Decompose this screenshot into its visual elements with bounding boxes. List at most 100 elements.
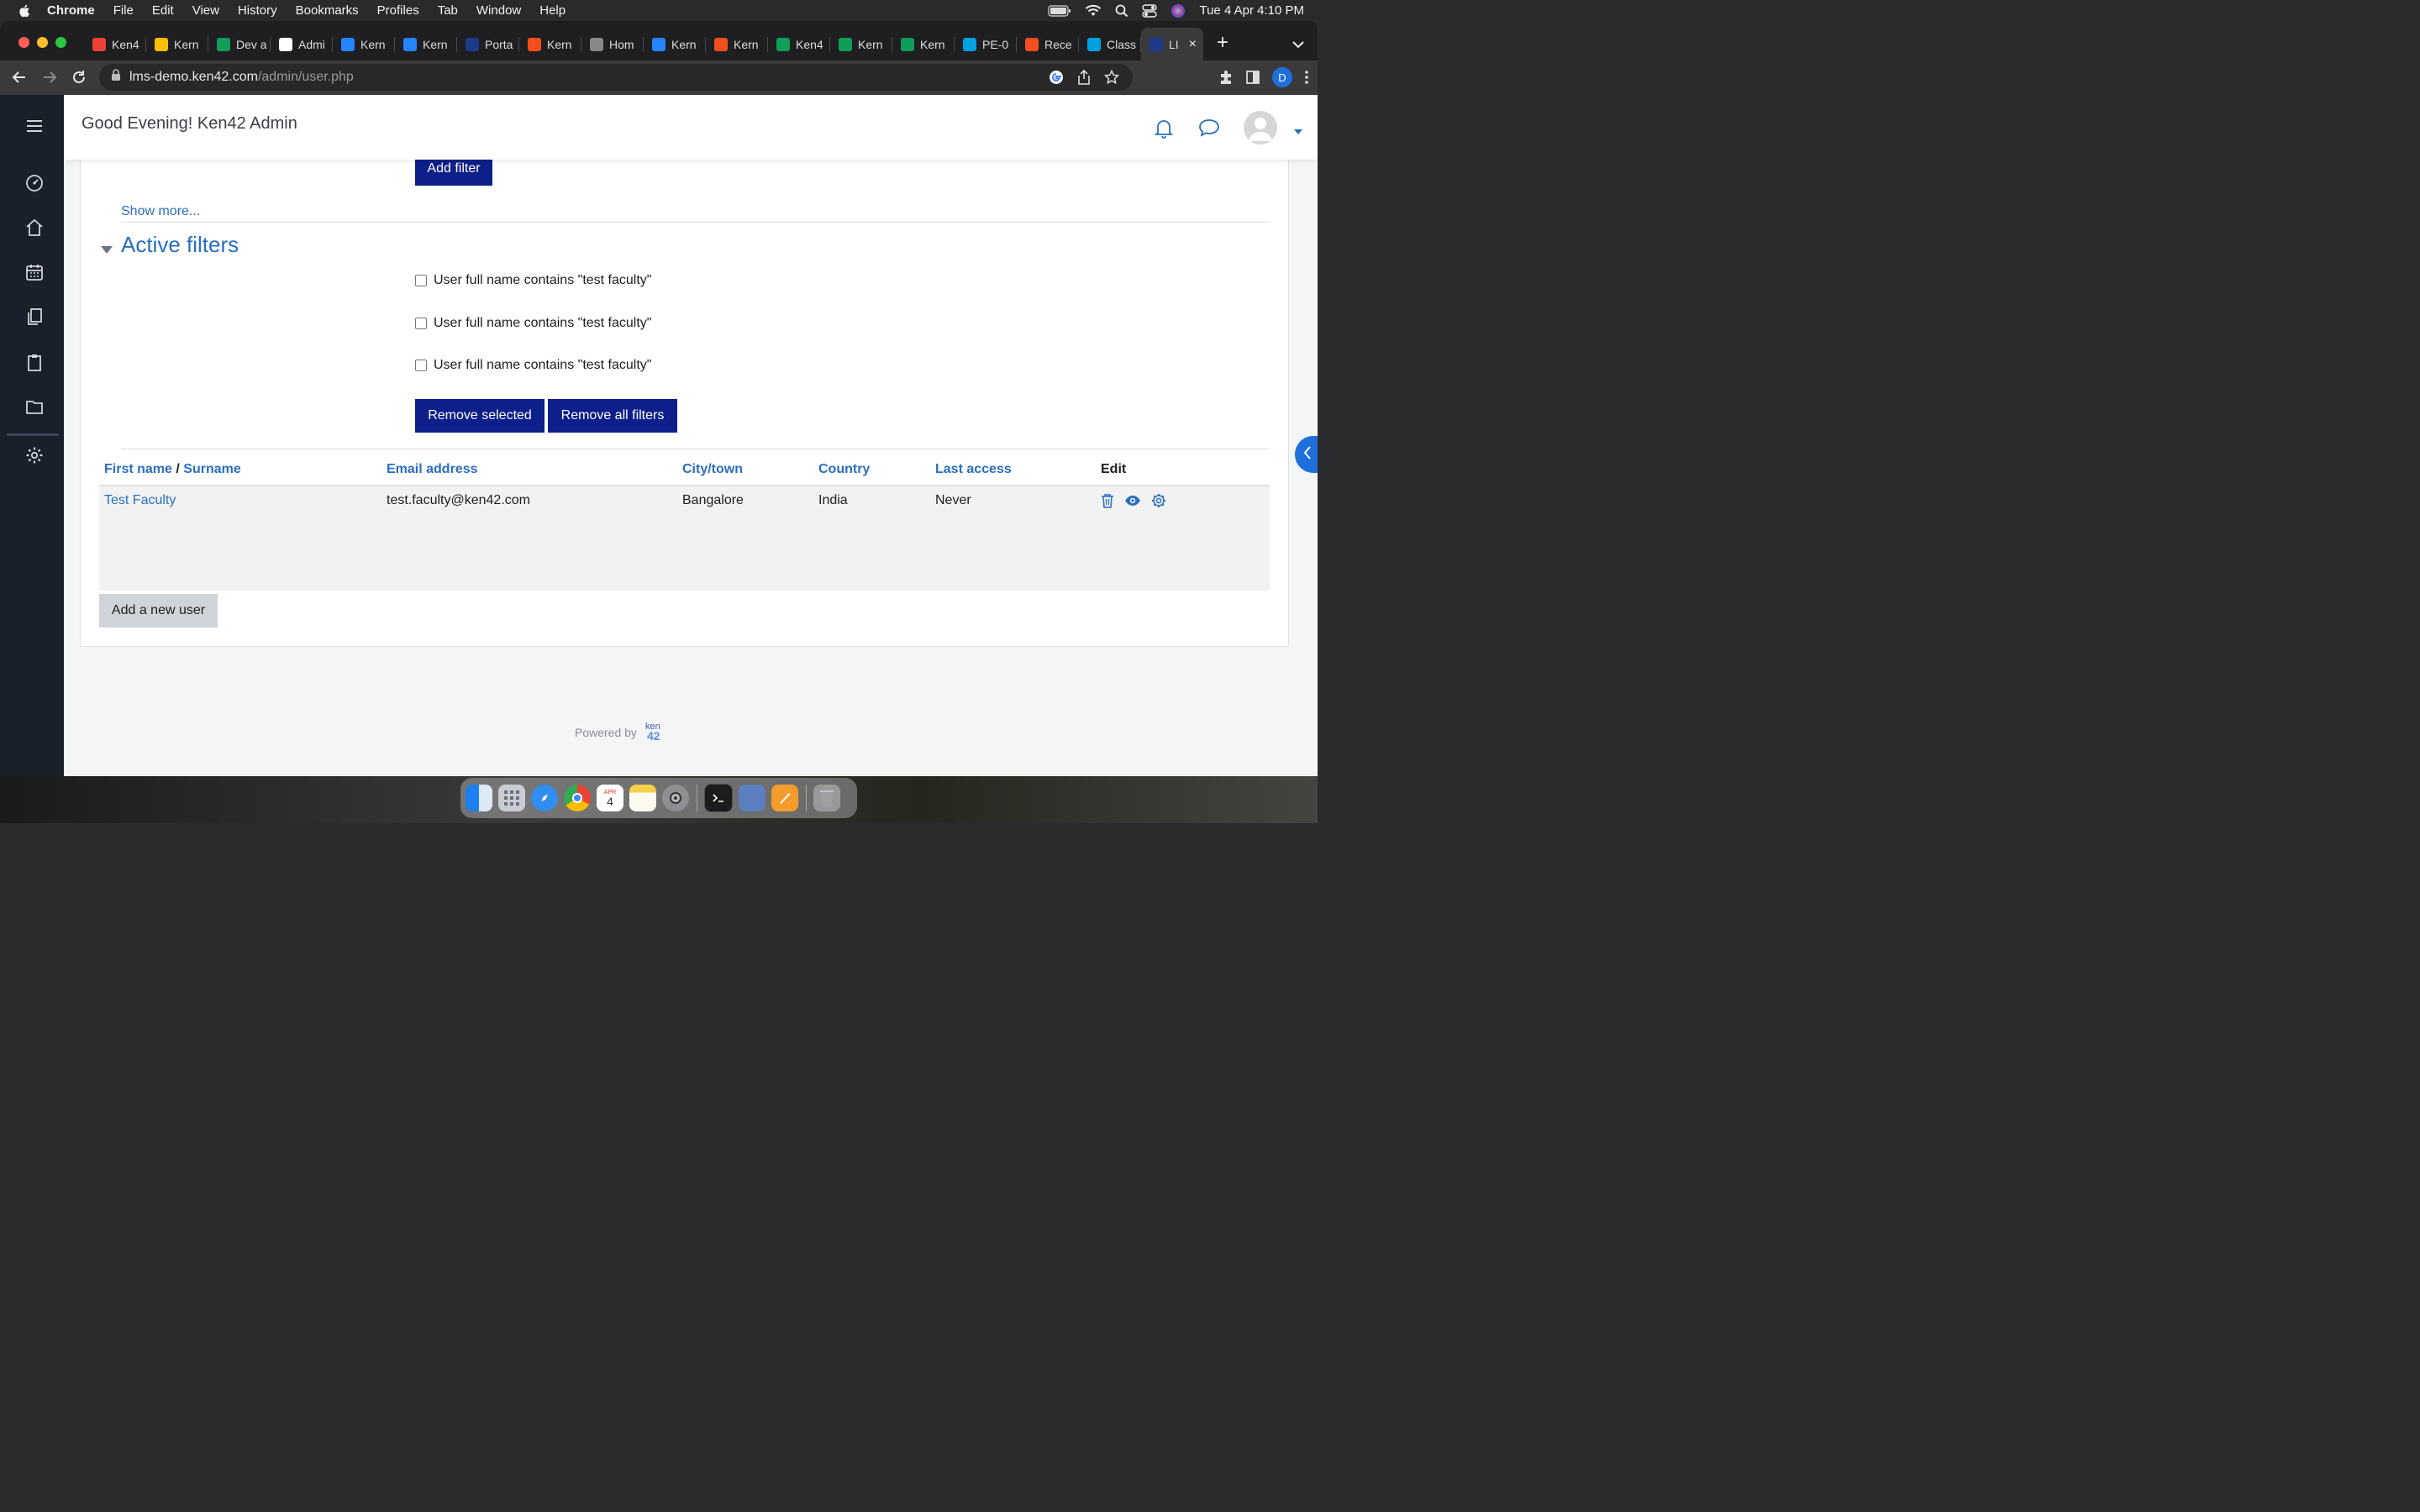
hamburger-menu-icon[interactable] [24, 115, 45, 137]
calendar-icon[interactable] [24, 261, 45, 283]
sort-surname-link[interactable]: Surname [183, 462, 240, 476]
zoom-window-button[interactable] [55, 37, 66, 48]
edit-settings-gear-icon[interactable] [1151, 493, 1166, 508]
notification-bell-icon[interactable] [1154, 118, 1174, 143]
browser-tab-active[interactable]: LI × [1141, 28, 1203, 60]
browser-tab[interactable]: Ken4 [768, 28, 830, 60]
browser-tab[interactable]: Kern [644, 28, 706, 60]
column-header-email[interactable]: Email address [381, 454, 677, 486]
terminal-icon[interactable] [704, 784, 733, 812]
new-tab-button[interactable]: + [1217, 33, 1228, 53]
system-settings-icon[interactable] [662, 785, 689, 811]
browser-tab[interactable]: Kern [395, 28, 457, 60]
browser-tab[interactable]: Rece [1017, 28, 1079, 60]
side-panel-icon[interactable] [1245, 70, 1260, 85]
menu-bookmarks[interactable]: Bookmarks [296, 3, 359, 18]
wifi-icon[interactable] [1085, 4, 1102, 17]
trash-icon[interactable] [813, 785, 840, 811]
browser-tab[interactable]: Kern [706, 28, 768, 60]
browser-tab[interactable]: PE-0 [955, 28, 1017, 60]
minimize-window-button[interactable] [37, 37, 48, 48]
view-eye-icon[interactable] [1124, 495, 1141, 507]
back-arrow-icon[interactable] [12, 70, 27, 89]
profile-avatar[interactable]: D [1272, 67, 1292, 87]
chrome-icon[interactable] [564, 785, 591, 811]
browser-tab[interactable]: Kern [892, 28, 955, 60]
browser-tab[interactable]: Kern [146, 28, 208, 60]
filter-checkbox[interactable] [415, 360, 427, 371]
user-name-link[interactable]: Test Faculty [104, 493, 176, 507]
apple-icon[interactable] [17, 3, 32, 18]
google-lens-icon[interactable] [1049, 70, 1064, 85]
column-header-edit: Edit [1096, 454, 1270, 486]
share-icon[interactable] [1077, 70, 1091, 85]
home-icon[interactable] [24, 217, 45, 239]
collapse-caret-icon[interactable] [101, 243, 113, 258]
address-bar[interactable]: lms-demo.ken42.com/admin/user.php [99, 64, 1133, 91]
remove-all-filters-button[interactable]: Remove all filters [548, 399, 677, 433]
browser-tab[interactable]: Ken4 [84, 28, 146, 60]
clipboard-icon[interactable] [24, 351, 45, 373]
courses-copy-icon[interactable] [24, 306, 45, 328]
browser-tab[interactable]: Kern [830, 28, 892, 60]
pages-icon[interactable] [771, 785, 798, 811]
user-menu-caret-icon[interactable] [1294, 123, 1302, 139]
browser-tab[interactable]: Kern [519, 28, 581, 60]
siri-icon[interactable] [1171, 3, 1186, 18]
menu-view[interactable]: View [192, 3, 219, 18]
finder-icon[interactable] [466, 785, 492, 811]
battery-icon[interactable] [1048, 4, 1071, 17]
menubar-clock[interactable]: Tue 4 Apr 4:10 PM [1199, 3, 1304, 18]
drawer-toggle-button[interactable] [1295, 436, 1318, 473]
show-more-link[interactable]: Show more... [121, 204, 200, 219]
chrome-menu-icon[interactable] [1304, 70, 1309, 85]
extensions-puzzle-icon[interactable] [1218, 70, 1234, 85]
close-window-button[interactable] [18, 37, 29, 48]
control-center-icon[interactable] [1142, 3, 1158, 18]
browser-tab[interactable]: Dev a [208, 28, 271, 60]
notes-icon[interactable] [629, 785, 656, 811]
preview-icon[interactable] [739, 785, 765, 811]
browser-tab[interactable]: Class [1079, 28, 1141, 60]
menu-chrome[interactable]: Chrome [47, 3, 95, 18]
filter-checkbox[interactable] [415, 318, 427, 329]
sheets-icon [217, 37, 230, 51]
forward-arrow-icon[interactable] [42, 70, 57, 89]
menu-edit[interactable]: Edit [152, 3, 174, 18]
safari-icon[interactable] [531, 785, 558, 811]
active-filters-heading[interactable]: Active filters [121, 232, 239, 258]
lock-icon[interactable] [111, 69, 121, 86]
settings-gear-icon[interactable] [24, 444, 45, 466]
filter-checkbox[interactable] [415, 275, 427, 286]
reload-icon[interactable] [71, 70, 87, 89]
tab-search-chevron-icon[interactable] [1292, 38, 1304, 53]
dashboard-gauge-icon[interactable] [24, 172, 45, 194]
browser-tab[interactable]: Admi [271, 28, 333, 60]
menu-window[interactable]: Window [476, 3, 521, 18]
spotlight-search-icon[interactable] [1115, 4, 1128, 18]
launchpad-icon[interactable] [498, 785, 525, 811]
menu-profiles[interactable]: Profiles [377, 3, 419, 18]
menu-history[interactable]: History [238, 3, 277, 18]
browser-tab[interactable]: Porta [457, 28, 519, 60]
browser-tab[interactable]: Hom [581, 28, 644, 60]
column-header-city[interactable]: City/town [677, 454, 813, 486]
add-new-user-button[interactable]: Add a new user [99, 594, 218, 627]
calendar-app-icon[interactable]: APR 4 [597, 785, 623, 811]
messages-chat-icon[interactable] [1198, 118, 1220, 141]
jira-icon [341, 37, 355, 51]
browser-tab[interactable]: Kern [333, 28, 395, 60]
column-header-country[interactable]: Country [813, 454, 930, 486]
menu-tab[interactable]: Tab [438, 3, 458, 18]
remove-selected-button[interactable]: Remove selected [415, 399, 544, 433]
column-header-last-access[interactable]: Last access [930, 454, 1096, 486]
user-avatar[interactable] [1244, 111, 1277, 144]
folder-icon[interactable] [24, 396, 45, 417]
menu-file[interactable]: File [113, 3, 134, 18]
bookmark-star-icon[interactable] [1104, 70, 1119, 85]
close-tab-icon[interactable]: × [1189, 37, 1197, 52]
left-navigation [0, 95, 64, 776]
sort-first-name-link[interactable]: First name [104, 462, 172, 476]
delete-trash-icon[interactable] [1101, 493, 1114, 508]
menu-help[interactable]: Help [539, 3, 566, 18]
